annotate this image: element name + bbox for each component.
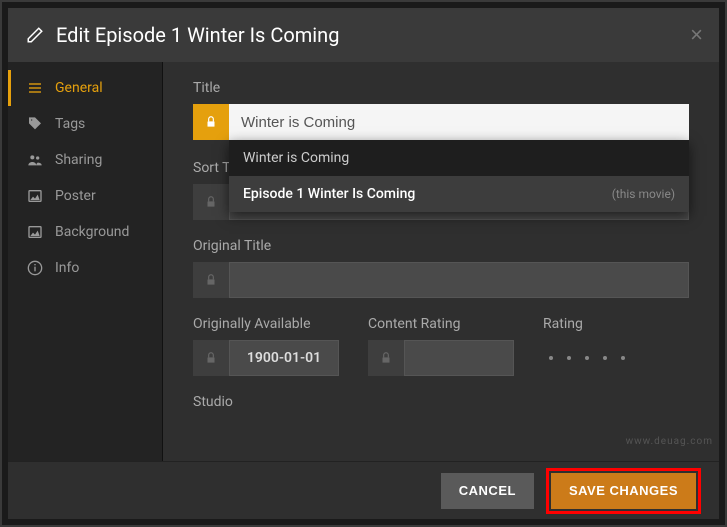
originally-available-label: Originally Available	[193, 316, 368, 332]
rating-stars[interactable]	[543, 340, 689, 376]
pencil-icon	[26, 26, 44, 44]
lock-icon	[204, 115, 218, 129]
modal-body: General Tags Sharing Poster	[8, 62, 719, 461]
info-icon	[25, 260, 45, 276]
date-lock-toggle[interactable]	[193, 340, 229, 376]
image-icon	[25, 224, 45, 240]
sidebar-item-label: General	[55, 80, 103, 96]
sidebar-item-label: Sharing	[55, 152, 102, 168]
content-pane: Title Winter is Coming Episode 1 Winter	[163, 62, 719, 461]
image-icon	[25, 188, 45, 204]
autocomplete-item-hint: (this movie)	[612, 187, 675, 201]
sort-title-lock-toggle[interactable]	[193, 184, 229, 220]
autocomplete-item-label: Episode 1 Winter Is Coming	[243, 186, 415, 202]
sidebar-item-label: Poster	[55, 188, 96, 204]
autocomplete-item[interactable]: Winter is Coming	[229, 140, 689, 176]
sidebar-item-background[interactable]: Background	[8, 214, 162, 250]
lock-icon	[204, 273, 218, 287]
tag-icon	[25, 116, 45, 132]
studio-label: Studio	[193, 394, 689, 410]
title-input[interactable]	[229, 104, 689, 140]
original-title-label: Original Title	[193, 238, 689, 254]
modal-title: Edit Episode 1 Winter Is Coming	[56, 23, 339, 47]
autocomplete-item-label: Winter is Coming	[243, 150, 349, 166]
edit-modal: Edit Episode 1 Winter Is Coming × Genera…	[8, 8, 719, 519]
sidebar-item-info[interactable]: Info	[8, 250, 162, 286]
lock-icon	[204, 351, 218, 365]
originally-available-input[interactable]: 1900-01-01	[229, 340, 339, 376]
sidebar-item-label: Info	[55, 260, 79, 276]
content-rating-lock-toggle[interactable]	[368, 340, 404, 376]
title-label: Title	[193, 80, 689, 96]
sidebar: General Tags Sharing Poster	[8, 62, 163, 461]
lock-icon	[379, 351, 393, 365]
list-icon	[25, 80, 45, 96]
save-button[interactable]: SAVE CHANGES	[551, 473, 696, 509]
original-title-input[interactable]	[229, 262, 689, 298]
cancel-button[interactable]: CANCEL	[441, 473, 534, 509]
close-button[interactable]: ×	[690, 22, 703, 48]
content-rating-label: Content Rating	[368, 316, 543, 332]
modal-footer: CANCEL SAVE CHANGES	[8, 461, 719, 519]
sidebar-item-tags[interactable]: Tags	[8, 106, 162, 142]
lock-icon	[204, 195, 218, 209]
title-input-row: Winter is Coming Episode 1 Winter Is Com…	[193, 104, 689, 140]
sidebar-item-label: Background	[55, 224, 129, 240]
modal-header: Edit Episode 1 Winter Is Coming ×	[8, 8, 719, 62]
sidebar-item-general[interactable]: General	[8, 70, 162, 106]
rating-label: Rating	[543, 316, 689, 332]
title-lock-toggle[interactable]	[193, 104, 229, 140]
close-icon: ×	[690, 22, 703, 47]
save-highlight: SAVE CHANGES	[546, 468, 701, 514]
autocomplete-item[interactable]: Episode 1 Winter Is Coming (this movie)	[229, 176, 689, 212]
sidebar-item-label: Tags	[55, 116, 85, 132]
content-rating-input[interactable]	[404, 340, 514, 376]
people-icon	[25, 152, 45, 168]
original-title-lock-toggle[interactable]	[193, 262, 229, 298]
sidebar-item-poster[interactable]: Poster	[8, 178, 162, 214]
autocomplete-dropdown: Winter is Coming Episode 1 Winter Is Com…	[229, 140, 689, 212]
sidebar-item-sharing[interactable]: Sharing	[8, 142, 162, 178]
